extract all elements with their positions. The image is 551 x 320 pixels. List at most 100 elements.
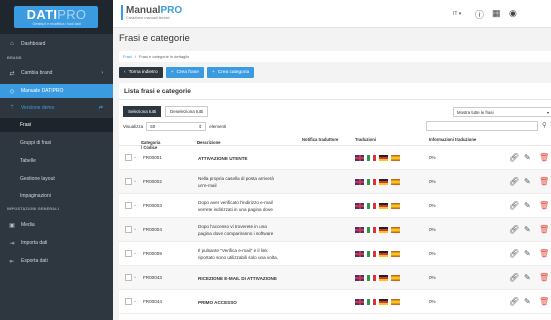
edit-icon[interactable]: ✎ [524, 177, 531, 186]
row-checkbox[interactable] [125, 298, 132, 305]
chevron-down-icon[interactable]: ⌄ [133, 274, 137, 280]
sidebar-item-impaginazioni[interactable]: Impaginazioni [0, 189, 113, 203]
sidebar-item-versione[interactable]: ᛘ Versione demo ⇄ [0, 101, 113, 115]
chevron-down-icon: ▾ [546, 109, 549, 115]
trash-icon[interactable]: 🗑︎ [539, 201, 549, 210]
chevron-down-icon[interactable]: ⌄ [133, 202, 137, 208]
edit-icon[interactable]: ✎ [524, 225, 531, 234]
info-icon[interactable]: ⓘ [475, 8, 484, 21]
row-checkbox[interactable] [125, 250, 132, 257]
chevron-down-icon[interactable]: ⌄ [133, 250, 137, 256]
sidebar-item-dashboard[interactable]: ⌂ Dashboard [0, 37, 113, 51]
flag-es-icon [391, 179, 400, 185]
translation-percent: 0% [429, 227, 436, 232]
row-checkbox[interactable] [125, 274, 132, 281]
section-title-settings: IMPOSTAZIONI GENERALI [7, 207, 60, 211]
flag-it-icon [367, 299, 376, 305]
page-title: Frasi e categorie [119, 33, 190, 44]
row-checkbox[interactable] [125, 178, 132, 185]
chevron-down-icon[interactable]: ⌄ [133, 178, 137, 184]
select-all-button[interactable]: Seleziona tutti [123, 106, 162, 117]
table-row: ⌄ FR00043 RICEZIONE E-MAIL DI ATTIVAZION… [119, 266, 551, 290]
sidebar-item-manuale[interactable]: ◇ Manuale DATIPRO [0, 84, 113, 98]
chevron-down-icon[interactable]: ⌄ [133, 154, 137, 160]
edit-icon[interactable]: ✎ [524, 249, 531, 258]
translation-percent: 0% [429, 251, 436, 256]
col-notifica: Notifica traduttore [302, 137, 339, 142]
edit-icon[interactable]: ✎ [524, 273, 531, 282]
search-icon[interactable]: ⚲ [542, 121, 547, 129]
flag-de-icon [379, 299, 388, 305]
trash-icon[interactable]: 🗑︎ [539, 225, 549, 234]
row-checkbox[interactable] [125, 226, 132, 233]
chevron-down-icon[interactable]: ⌄ [133, 226, 137, 232]
sidebar-item-gruppi[interactable]: Gruppi di frasi [0, 136, 113, 150]
new-category-button[interactable]: + Crea categoria [206, 67, 255, 78]
row-description: ATTIVAZIONE UTENTE [198, 156, 248, 161]
translation-flags [355, 251, 400, 257]
flag-it-icon [367, 275, 376, 281]
row-description: RICEZIONE E-MAIL DI ATTIVAZIONE [198, 276, 277, 281]
row-description: Dopo aver verificato l'indirizzo e-mail v… [198, 200, 273, 212]
flag-gb-icon [355, 227, 364, 233]
page-length-select[interactable]: 50 ⇕ [146, 122, 207, 131]
table-row: ⌄ FR00001 ATTIVAZIONE UTENTE 0% 🔗︎ ✎ 🗑︎ [119, 146, 551, 170]
edit-icon[interactable]: ✎ [524, 297, 531, 306]
new-phrase-button[interactable]: + Crea frase [165, 67, 204, 78]
row-description: Il pulsante "Verifica e-mail" e il link r… [198, 248, 278, 260]
edit-icon[interactable]: ✎ [524, 153, 531, 162]
link-icon[interactable]: 🔗︎ [509, 273, 519, 282]
link-icon[interactable]: 🔗︎ [509, 177, 519, 186]
link-icon[interactable]: 🔗︎ [509, 153, 519, 162]
flag-es-icon [391, 155, 400, 161]
flag-de-icon [379, 251, 388, 257]
flag-es-icon [391, 203, 400, 209]
back-button[interactable]: ‹ Torna indietro [119, 67, 163, 78]
phrases-panel: Lista frasi e categorie Seleziona tutti … [119, 83, 551, 320]
trash-icon[interactable]: 🗑︎ [539, 153, 549, 162]
apps-grid-icon[interactable]: ▦ [492, 8, 501, 19]
link-icon[interactable]: 🔗︎ [509, 249, 519, 258]
sidebar-item-importa[interactable]: ⇥ Importa dati [0, 236, 113, 250]
home-icon: ⌂ [10, 41, 14, 47]
row-code: FR00004 [143, 227, 162, 232]
row-checkbox[interactable] [125, 154, 132, 161]
link-icon[interactable]: 🔗︎ [509, 297, 519, 306]
updown-icon: ⇕ [198, 123, 203, 129]
sidebar-item-esporta[interactable]: ⇤ Esporta dati [0, 254, 113, 268]
breadcrumb-home[interactable]: Frasi [123, 54, 132, 59]
row-code: FR00009 [143, 251, 162, 256]
user-icon[interactable]: ◉ [509, 8, 517, 19]
translation-flags [355, 227, 400, 233]
sidebar-item-media[interactable]: ▣ Media [0, 218, 113, 232]
sidebar-item-frasi[interactable]: Frasi [0, 118, 113, 132]
edit-icon[interactable]: ✎ [524, 201, 531, 210]
deselect-all-button[interactable]: Deseleziona tutti [165, 106, 209, 117]
import-icon: ⇥ [9, 240, 15, 247]
link-icon[interactable]: 🔗︎ [509, 201, 519, 210]
link-icon[interactable]: 🔗︎ [509, 225, 519, 234]
plus-icon: + [211, 70, 215, 75]
chevron-down-icon[interactable]: ⌄ [133, 298, 137, 304]
plus-icon: + [170, 70, 174, 75]
table-row: ⌄ FR00004 Dopo l'accesso vi troverete in… [119, 218, 551, 242]
trash-icon[interactable]: 🗑︎ [539, 249, 549, 258]
manualpro-logo: ManualPRO Creazione manuali tecnici [121, 5, 182, 20]
sidebar-item-tabelle[interactable]: Tabelle [0, 154, 113, 168]
row-checkbox[interactable] [125, 202, 132, 209]
trash-icon[interactable]: 🗑︎ [539, 273, 549, 282]
table-row: ⌄ FR00009 Il pulsante "Verifica e-mail" … [119, 242, 551, 266]
logo-text: DATIPRO [26, 7, 87, 22]
section-title-brand: BRAND [7, 56, 22, 60]
translation-percent: 0% [429, 179, 436, 184]
flag-it-icon [367, 227, 376, 233]
sidebar-item-cambia-brand[interactable]: ⇄ Cambia brand › [0, 66, 113, 80]
phrase-filter-select[interactable]: Mostra tutte le frasi ▾ [453, 107, 551, 117]
flag-es-icon [391, 251, 400, 257]
image-icon: ▣ [9, 222, 15, 229]
trash-icon[interactable]: 🗑︎ [539, 177, 549, 186]
search-input[interactable] [426, 121, 538, 131]
trash-icon[interactable]: 🗑︎ [539, 297, 549, 306]
language-select[interactable]: IT ▾ [453, 11, 461, 17]
sidebar-item-layout[interactable]: Gestione layout [0, 172, 113, 186]
